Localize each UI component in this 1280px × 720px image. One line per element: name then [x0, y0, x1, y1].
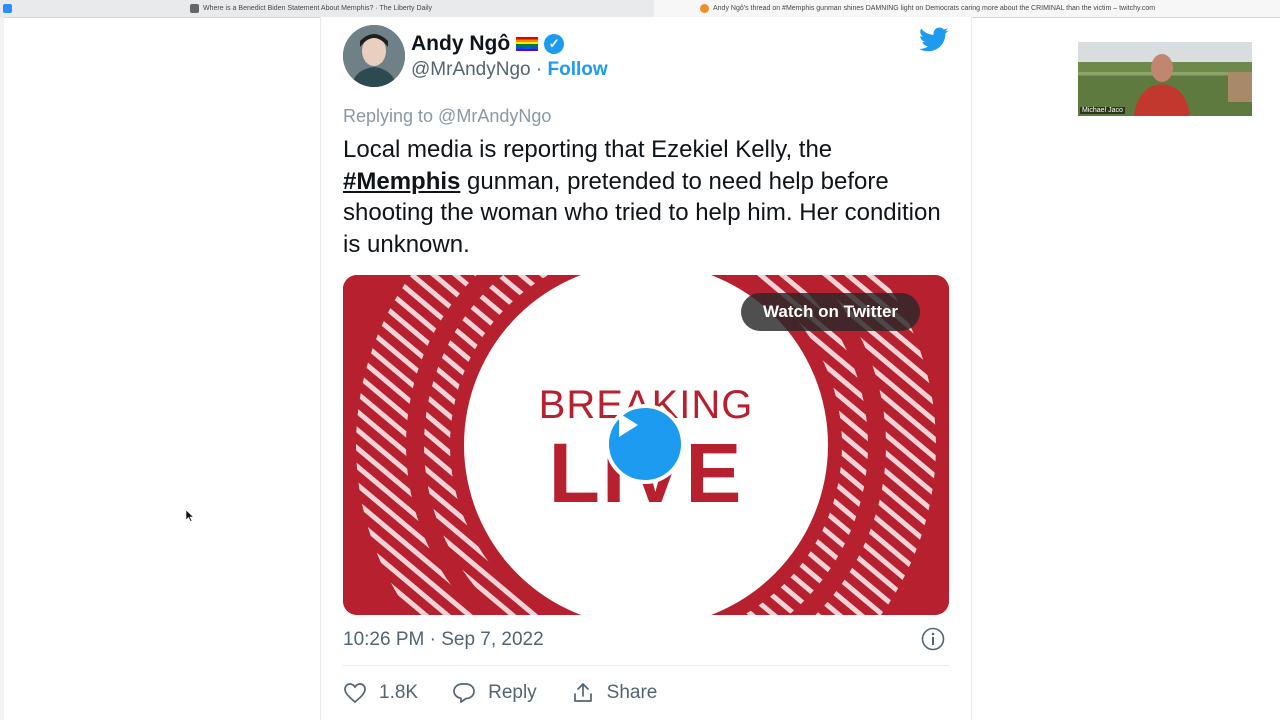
tab-liberty-daily[interactable]: Where is a Benedict Biden Statement Abou… [14, 0, 654, 17]
mouse-cursor-icon [186, 510, 194, 522]
handle-row: @MrAndyNgo · Follow [411, 59, 608, 81]
tweet-text-part1: Local media is reporting that Ezekiel Ke… [343, 136, 833, 163]
reply-bubble-icon [453, 683, 475, 703]
video-thumbnail[interactable]: BREAKING LIVE Watch on Twitter [343, 275, 949, 615]
rainbow-flag-icon [516, 37, 539, 51]
separator-dot: · [535, 59, 543, 80]
tab-title: Where is a Benedict Biden Statement Abou… [203, 5, 433, 12]
hashtag-link[interactable]: #Memphis [343, 168, 460, 195]
tweet-actions: 1.8K Reply Share [343, 681, 691, 705]
twitter-bird-icon[interactable] [919, 27, 949, 53]
presenter-video [1078, 54, 1252, 116]
divider [343, 665, 949, 666]
info-icon[interactable] [921, 627, 945, 651]
app-icon [0, 0, 14, 17]
author-handle[interactable]: @MrAndyNgo [411, 59, 531, 80]
webcam-name-label: Michael Jaco [1080, 107, 1125, 114]
share-label: Share [606, 682, 658, 703]
like-button[interactable]: 1.8K [343, 681, 418, 705]
share-icon [573, 683, 592, 702]
site-favicon-icon [190, 4, 199, 13]
share-button[interactable]: Share [571, 681, 658, 705]
site-favicon-icon [700, 4, 709, 13]
heart-icon [344, 683, 366, 704]
avatar[interactable] [343, 25, 405, 87]
replying-to[interactable]: Replying to @MrAndyNgo [343, 106, 551, 127]
tweet-timestamp[interactable]: 10:26 PM · Sep 7, 2022 [343, 629, 544, 651]
play-icon [619, 413, 638, 437]
browser-tab-bar: Where is a Benedict Biden Statement Abou… [0, 0, 1280, 18]
follow-button[interactable]: Follow [548, 59, 608, 80]
webcam-overlay: Michael Jaco [1078, 42, 1252, 116]
reply-button[interactable]: Reply [452, 681, 537, 705]
watch-on-twitter-button[interactable]: Watch on Twitter [741, 293, 921, 331]
like-count: 1.8K [379, 682, 419, 703]
play-button[interactable] [605, 404, 685, 484]
tweet-card: Andy Ngô ✓ @MrAndyNgo · Follow Replying … [320, 17, 972, 720]
author-name-text: Andy Ngô [411, 32, 511, 55]
tab-twitchy[interactable]: Andy Ngô's thread on #Memphis gunman shi… [654, 0, 1280, 17]
verified-badge-icon: ✓ [544, 34, 565, 54]
window-edge [0, 17, 4, 720]
reply-label: Reply [488, 682, 537, 703]
tweet-text: Local media is reporting that Ezekiel Ke… [343, 134, 943, 260]
author-name[interactable]: Andy Ngô ✓ [411, 32, 565, 56]
tab-title: Andy Ngô's thread on #Memphis gunman shi… [713, 5, 1156, 12]
